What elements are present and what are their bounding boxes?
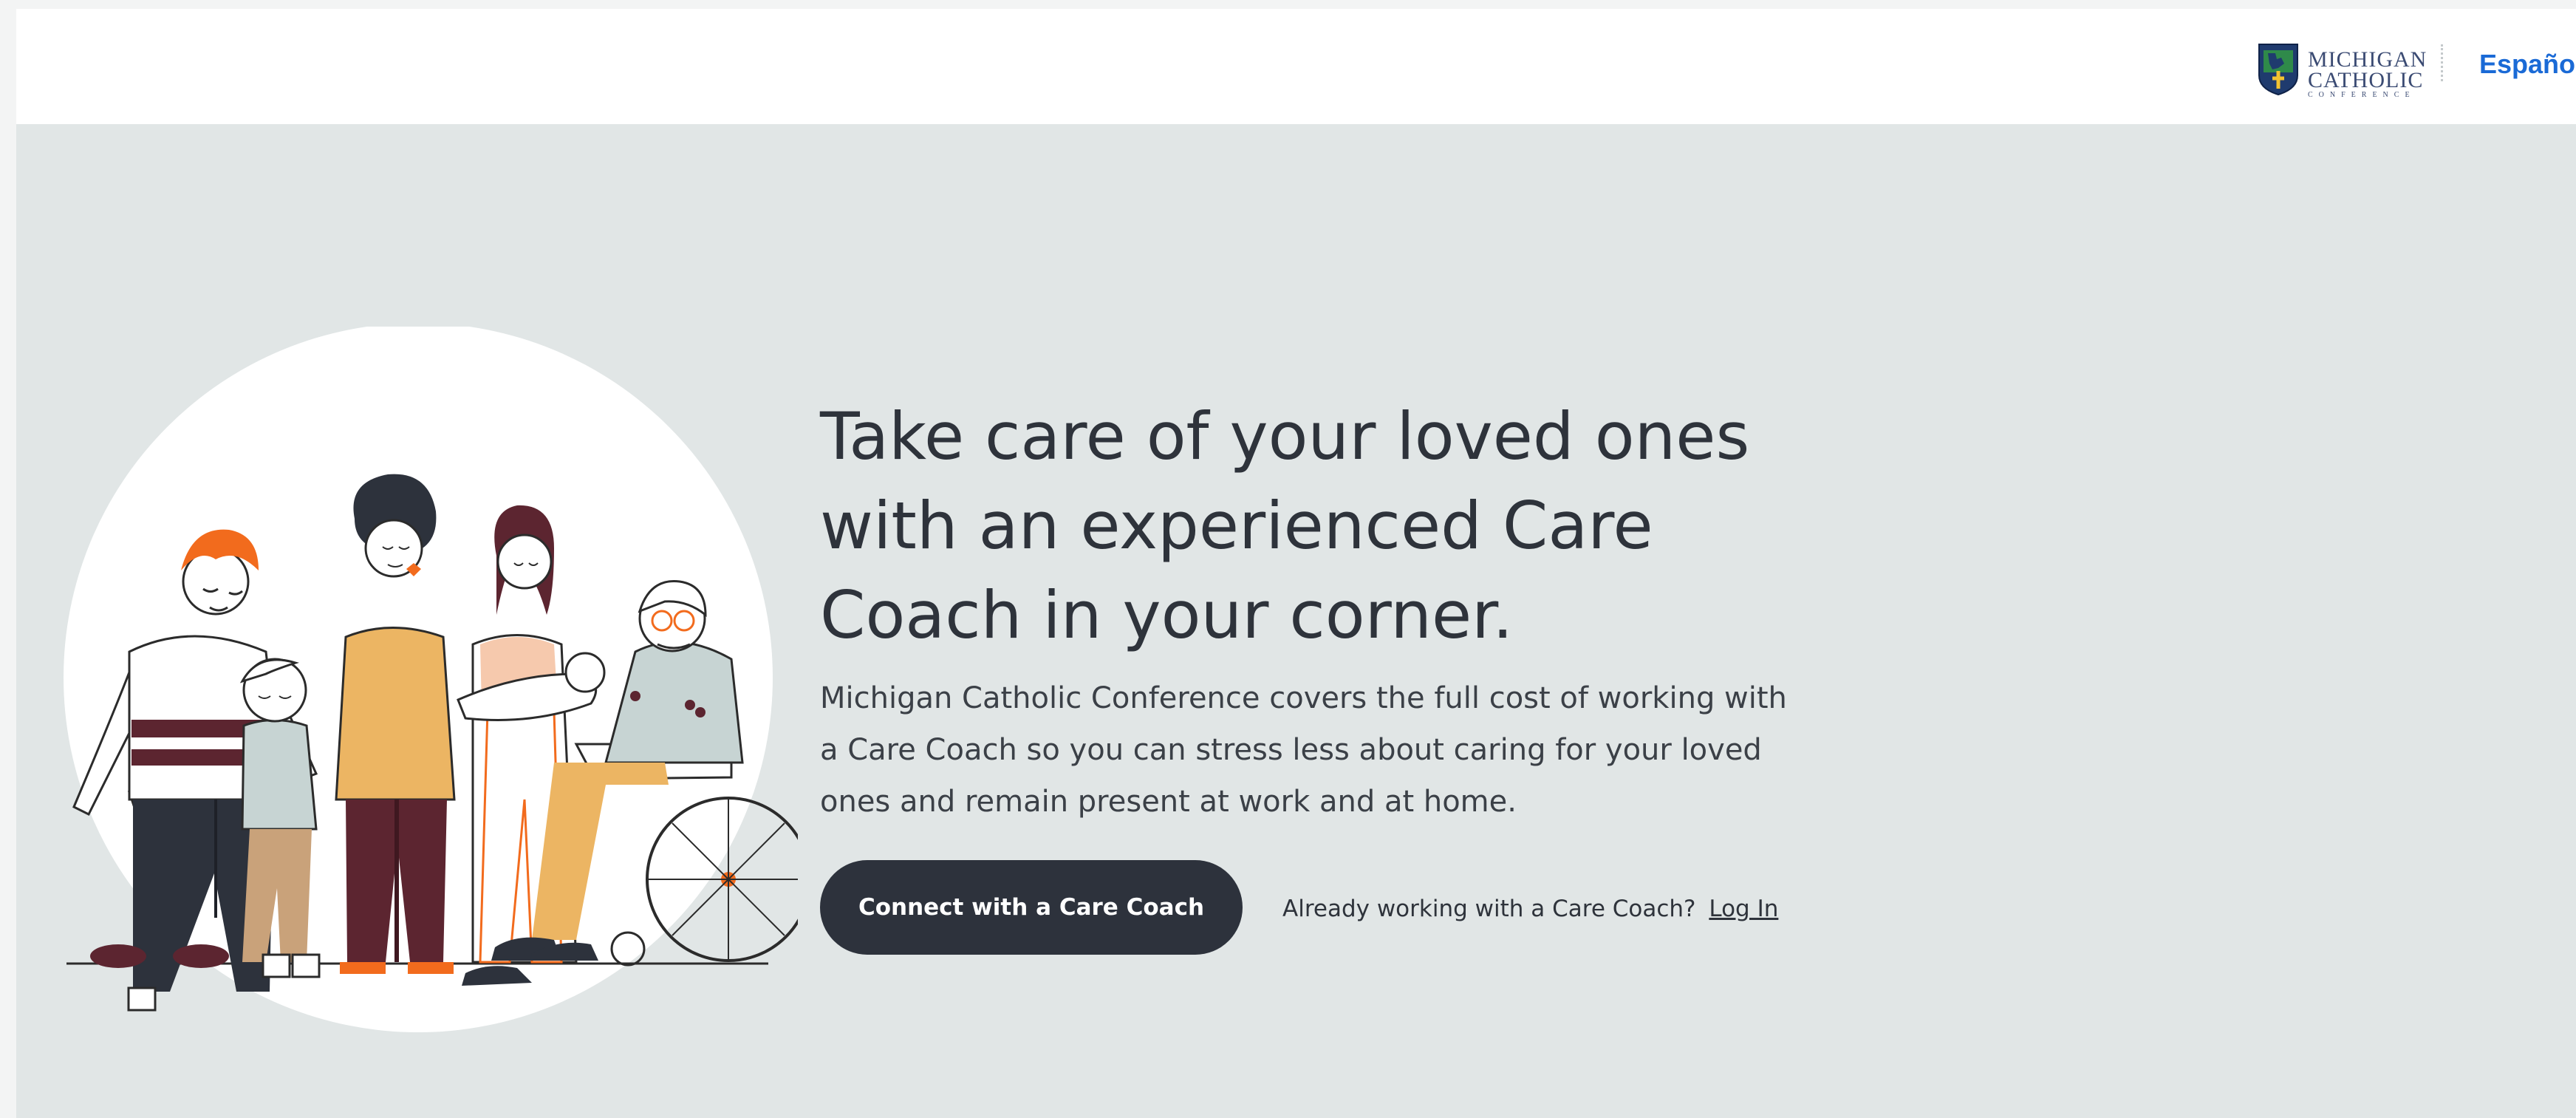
already-working-text: Already working with a Care Coach?: [1282, 896, 1696, 922]
connect-care-coach-button[interactable]: Connect with a Care Coach: [820, 860, 1243, 955]
michigan-catholic-conference-logo[interactable]: MICHIGAN CATHOLIC CONFERENCE: [2252, 30, 2438, 106]
logo-text-line3: CONFERENCE: [2308, 91, 2416, 99]
crest-icon: [2258, 44, 2298, 96]
language-toggle-link[interactable]: Español: [2479, 49, 2576, 80]
logo-text-line2: CATHOLIC: [2308, 68, 2424, 92]
header-divider: [2441, 44, 2445, 81]
page-frame: MICHIGAN CATHOLIC CONFERENCE Español Tak…: [16, 9, 2576, 1118]
hero-subtext: Michigan Catholic Conference covers the …: [820, 681, 1787, 819]
login-link[interactable]: Log In: [1709, 896, 1778, 922]
hero-headline: Take care of your loved ones with an exp…: [820, 398, 1750, 653]
site-header: MICHIGAN CATHOLIC CONFERENCE Español: [16, 9, 2576, 124]
already-working-row: Already working with a Care Coach? Log I…: [1282, 896, 1778, 922]
family-group-illustration: [64, 327, 798, 1032]
